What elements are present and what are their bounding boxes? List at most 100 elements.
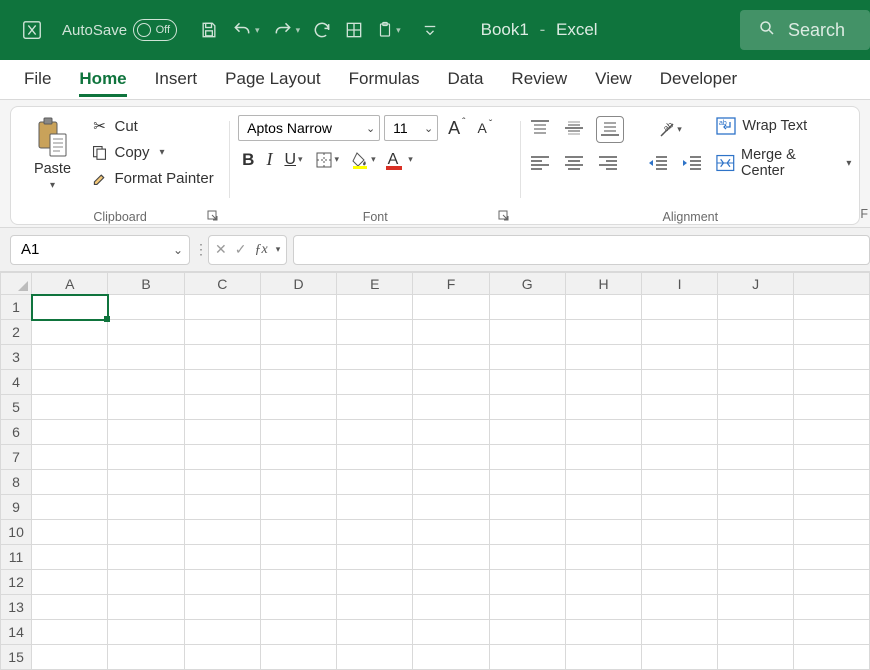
cell-C15[interactable] — [184, 645, 260, 670]
cell-overflow[interactable] — [794, 395, 870, 420]
cancel-formula-button[interactable]: ✕ — [215, 241, 227, 258]
autosave-switch[interactable]: Off — [133, 19, 177, 41]
cell-J7[interactable] — [718, 445, 794, 470]
cell-B13[interactable] — [108, 595, 184, 620]
cell-B1[interactable] — [108, 295, 184, 320]
chevron-down-icon[interactable]: ▾ — [160, 147, 165, 158]
format-painter-button[interactable]: Format Painter — [88, 168, 215, 189]
cell-H14[interactable] — [565, 620, 641, 645]
align-middle-button[interactable] — [563, 119, 585, 140]
cell-F15[interactable] — [413, 645, 489, 670]
row-header-6[interactable]: 6 — [1, 420, 32, 445]
cell-overflow[interactable] — [794, 370, 870, 395]
increase-font-button[interactable]: Aˆ — [448, 118, 465, 139]
cell-overflow[interactable] — [794, 595, 870, 620]
cell-A13[interactable] — [32, 595, 108, 620]
cell-B5[interactable] — [108, 395, 184, 420]
cell-C9[interactable] — [184, 495, 260, 520]
cell-F11[interactable] — [413, 545, 489, 570]
cell-G11[interactable] — [489, 545, 565, 570]
cell-E4[interactable] — [337, 370, 413, 395]
cell-C4[interactable] — [184, 370, 260, 395]
cell-G7[interactable] — [489, 445, 565, 470]
cell-E7[interactable] — [337, 445, 413, 470]
cell-overflow[interactable] — [794, 570, 870, 595]
cell-H3[interactable] — [565, 345, 641, 370]
cell-overflow[interactable] — [794, 420, 870, 445]
cell-C13[interactable] — [184, 595, 260, 620]
cell-B8[interactable] — [108, 470, 184, 495]
cell-H1[interactable] — [565, 295, 641, 320]
cell-D9[interactable] — [260, 495, 336, 520]
cell-C1[interactable] — [184, 295, 260, 320]
row-header-15[interactable]: 15 — [1, 645, 32, 670]
tab-review[interactable]: Review — [511, 63, 567, 97]
insert-function-button[interactable]: ƒx — [254, 242, 267, 258]
cell-G12[interactable] — [489, 570, 565, 595]
cell-A6[interactable] — [32, 420, 108, 445]
font-name-combo[interactable]: Aptos Narrow ⌄ — [238, 115, 380, 141]
cell-G15[interactable] — [489, 645, 565, 670]
align-top-button[interactable] — [529, 119, 551, 140]
cell-J1[interactable] — [718, 295, 794, 320]
cell-D8[interactable] — [260, 470, 336, 495]
cell-I9[interactable] — [642, 495, 718, 520]
cell-E10[interactable] — [337, 520, 413, 545]
cell-F3[interactable] — [413, 345, 489, 370]
cell-I8[interactable] — [642, 470, 718, 495]
cell-D3[interactable] — [260, 345, 336, 370]
row-header-11[interactable]: 11 — [1, 545, 32, 570]
cell-B2[interactable] — [108, 320, 184, 345]
worksheet[interactable]: ABCDEFGHIJ123456789101112131415 — [0, 272, 870, 670]
cell-A11[interactable] — [32, 545, 108, 570]
underline-button[interactable]: U▾ — [284, 151, 302, 169]
cell-I10[interactable] — [642, 520, 718, 545]
cell-I7[interactable] — [642, 445, 718, 470]
cell-I4[interactable] — [642, 370, 718, 395]
cell-D6[interactable] — [260, 420, 336, 445]
cell-A10[interactable] — [32, 520, 108, 545]
cell-D1[interactable] — [260, 295, 336, 320]
undo-button[interactable]: ▾ — [227, 15, 264, 45]
italic-button[interactable]: I — [266, 149, 272, 170]
cell-H5[interactable] — [565, 395, 641, 420]
cell-B15[interactable] — [108, 645, 184, 670]
cell-F8[interactable] — [413, 470, 489, 495]
tab-formulas[interactable]: Formulas — [349, 63, 420, 97]
cell-D13[interactable] — [260, 595, 336, 620]
cell-G8[interactable] — [489, 470, 565, 495]
tab-home[interactable]: Home — [79, 63, 126, 97]
tab-data[interactable]: Data — [448, 63, 484, 97]
cell-B6[interactable] — [108, 420, 184, 445]
cell-E5[interactable] — [337, 395, 413, 420]
cell-D14[interactable] — [260, 620, 336, 645]
cell-E1[interactable] — [337, 295, 413, 320]
cell-H6[interactable] — [565, 420, 641, 445]
cell-G3[interactable] — [489, 345, 565, 370]
fill-color-button[interactable]: ▾ — [351, 151, 376, 169]
redo-button[interactable]: ▾ — [268, 15, 305, 45]
cell-H13[interactable] — [565, 595, 641, 620]
cell-B10[interactable] — [108, 520, 184, 545]
col-header-I[interactable]: I — [642, 273, 718, 295]
cell-B3[interactable] — [108, 345, 184, 370]
cell-F2[interactable] — [413, 320, 489, 345]
chevron-down-icon[interactable]: ▾ — [296, 25, 301, 36]
font-dialog-launcher[interactable] — [498, 210, 510, 225]
refresh-button[interactable] — [308, 15, 336, 45]
cell-B4[interactable] — [108, 370, 184, 395]
cell-D5[interactable] — [260, 395, 336, 420]
tab-insert[interactable]: Insert — [155, 63, 198, 97]
cell-F9[interactable] — [413, 495, 489, 520]
cell-I1[interactable] — [642, 295, 718, 320]
enter-formula-button[interactable]: ✓ — [235, 241, 247, 258]
row-header-12[interactable]: 12 — [1, 570, 32, 595]
cell-C14[interactable] — [184, 620, 260, 645]
clipboard-dialog-launcher[interactable] — [207, 210, 219, 225]
row-header-3[interactable]: 3 — [1, 345, 32, 370]
chevron-down-icon[interactable]: ▾ — [396, 25, 401, 36]
autosave-toggle[interactable]: AutoSave Off — [62, 19, 177, 41]
cell-A4[interactable] — [32, 370, 108, 395]
decrease-indent-button[interactable] — [647, 154, 669, 175]
col-header-G[interactable]: G — [489, 273, 565, 295]
